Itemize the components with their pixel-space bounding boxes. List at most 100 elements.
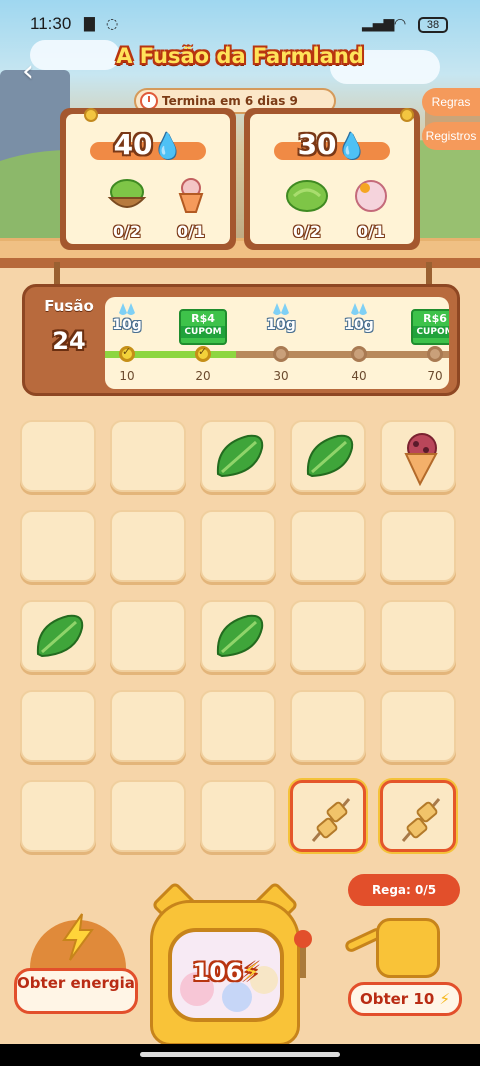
energy-machine[interactable]: 106⚡ xyxy=(150,880,326,1048)
notification-icon: ▇ xyxy=(84,16,95,32)
requirement-item: 0/1 xyxy=(344,176,398,241)
status-bar: 11:30 ▇ ◌ ▂▄▆ ◠ 38 xyxy=(0,0,480,50)
requirement-count: 0/2 xyxy=(112,222,142,241)
board-cell-empty[interactable] xyxy=(20,420,96,492)
milestone-tick: 30 xyxy=(273,369,289,383)
requirement-item: 0/1 xyxy=(164,176,218,241)
board-cell-spinach[interactable] xyxy=(20,600,96,672)
progress-track[interactable]: 10g 10 R$4 CUPOM 20 10g 30 10g 40 R$6 CU… xyxy=(105,297,449,389)
ice-cream-cone-icon[interactable] xyxy=(392,430,448,490)
rules-button[interactable]: Regras xyxy=(422,88,480,116)
milestone-coupon-70[interactable]: R$6 CUPOM xyxy=(411,309,449,345)
board-cell-empty[interactable] xyxy=(110,420,186,492)
spinach-icon[interactable] xyxy=(32,610,88,666)
board-cell-empty[interactable] xyxy=(200,510,276,582)
board-cell-empty[interactable] xyxy=(20,510,96,582)
board-cell-empty[interactable] xyxy=(380,690,456,762)
fusion-progress-panel: Fusão 24 10g 10 R$4 CUPOM 20 10g 30 10g xyxy=(22,284,460,396)
coupon-label: CUPOM xyxy=(181,326,225,338)
requirement-item: 0/2 xyxy=(280,176,334,241)
board-cell-empty[interactable] xyxy=(20,690,96,762)
home-handle[interactable] xyxy=(140,1052,340,1057)
milestone-node xyxy=(273,346,289,362)
energy-value: 106⚡ xyxy=(168,958,284,986)
coupon-label: CUPOM xyxy=(413,326,449,338)
spinach-icon[interactable] xyxy=(302,430,358,486)
spinach-icon[interactable] xyxy=(212,610,268,666)
board-cell-empty[interactable] xyxy=(290,600,366,672)
milestone-reward-10[interactable]: 10g xyxy=(105,301,149,333)
board-cell-ice-cream-cone[interactable] xyxy=(380,420,456,492)
capsule xyxy=(222,982,252,1012)
board-cell-empty[interactable] xyxy=(110,600,186,672)
cabbage-icon xyxy=(286,180,328,212)
board-cell-empty[interactable] xyxy=(200,690,276,762)
milestone-tick: 10 xyxy=(119,369,135,383)
spinach-icon[interactable] xyxy=(212,430,268,486)
system-nav-bar xyxy=(0,1044,480,1066)
board-cell-spinach[interactable] xyxy=(200,600,276,672)
lever-knob[interactable] xyxy=(294,930,312,948)
reward-drops: 30💧 xyxy=(250,128,414,161)
milestone-reward-30[interactable]: 10g xyxy=(259,301,303,333)
records-button[interactable]: Registros xyxy=(422,122,480,150)
reward-drops-value: 40 xyxy=(113,128,153,161)
board-cell-skewer[interactable] xyxy=(290,780,366,852)
get-energy-button[interactable]: Obter energia xyxy=(14,913,140,1014)
milestone-reward-40[interactable]: 10g xyxy=(337,301,381,333)
milestone-coupon-20[interactable]: R$4 CUPOM xyxy=(179,309,227,345)
board-cell-skewer[interactable] xyxy=(380,780,456,852)
cabbage-basket-icon xyxy=(107,179,147,208)
shelf-edge xyxy=(0,258,480,268)
board-cell-empty[interactable] xyxy=(200,780,276,852)
board-cell-spinach[interactable] xyxy=(200,420,276,492)
coupon-amount: R$4 xyxy=(191,312,215,325)
board-cell-empty[interactable] xyxy=(290,510,366,582)
get-water-button[interactable]: Obter 10 ⚡ xyxy=(348,982,462,1016)
reward-board-1[interactable]: 40💧 0/2 0/1 xyxy=(60,108,236,250)
coupon-amount: R$6 xyxy=(423,312,447,325)
board-cell-empty[interactable] xyxy=(290,690,366,762)
fusion-counter: Fusão 24 xyxy=(33,297,105,383)
skewer-icon[interactable] xyxy=(303,791,359,851)
energy-amount: 106 xyxy=(192,958,243,986)
reward-board-2[interactable]: 30💧 0/2 0/1 xyxy=(244,108,420,250)
skewer-icon[interactable] xyxy=(393,791,449,851)
lightning-icon: ⚡ xyxy=(242,958,260,986)
battery-indicator: 38 xyxy=(418,17,448,33)
board-cell-empty[interactable] xyxy=(110,780,186,852)
pin-icon xyxy=(84,108,98,122)
milestone-node-done xyxy=(195,345,211,362)
fusion-label: Fusão xyxy=(44,297,94,315)
status-time: 11:30 xyxy=(30,14,72,33)
lightning-icon xyxy=(62,913,94,961)
milestone-node xyxy=(427,346,443,362)
chat-icon: ◌ xyxy=(106,16,119,32)
get-water-label: Obter 10 xyxy=(359,990,435,1008)
board-cell-empty[interactable] xyxy=(380,600,456,672)
board-cell-empty[interactable] xyxy=(110,690,186,762)
watering-counter: Rega: 0/5 xyxy=(348,874,460,906)
watering-section: Rega: 0/5 Obter 10 ⚡ xyxy=(340,874,474,1016)
requirement-count: 0/2 xyxy=(292,222,322,241)
reward-drops-value: 30 xyxy=(297,128,337,161)
board-cell-empty[interactable] xyxy=(380,510,456,582)
milestone-reward-label: 10g xyxy=(266,317,296,333)
board-cell-empty[interactable] xyxy=(110,510,186,582)
water-drops-icon: 💧 xyxy=(152,132,183,160)
get-energy-label: Obter energia xyxy=(14,968,138,1014)
water-drops-icon xyxy=(273,303,289,315)
watering-can-icon xyxy=(376,918,440,978)
milestone-tick: 40 xyxy=(351,369,367,383)
board-cell-spinach[interactable] xyxy=(290,420,366,492)
pin-icon xyxy=(400,108,414,122)
board-cell-empty[interactable] xyxy=(20,780,96,852)
page-title: A Fusão da Farmland xyxy=(116,44,364,68)
milestone-tick: 20 xyxy=(195,369,211,383)
signal-icon: ▂▄▆ xyxy=(362,16,395,32)
milestone-tick: 70 xyxy=(427,369,443,383)
water-drops-icon xyxy=(351,303,367,315)
milestone-reward-label: 10g xyxy=(344,317,374,333)
milestone-node-done xyxy=(119,345,135,362)
lightning-icon: ⚡ xyxy=(434,990,451,1008)
